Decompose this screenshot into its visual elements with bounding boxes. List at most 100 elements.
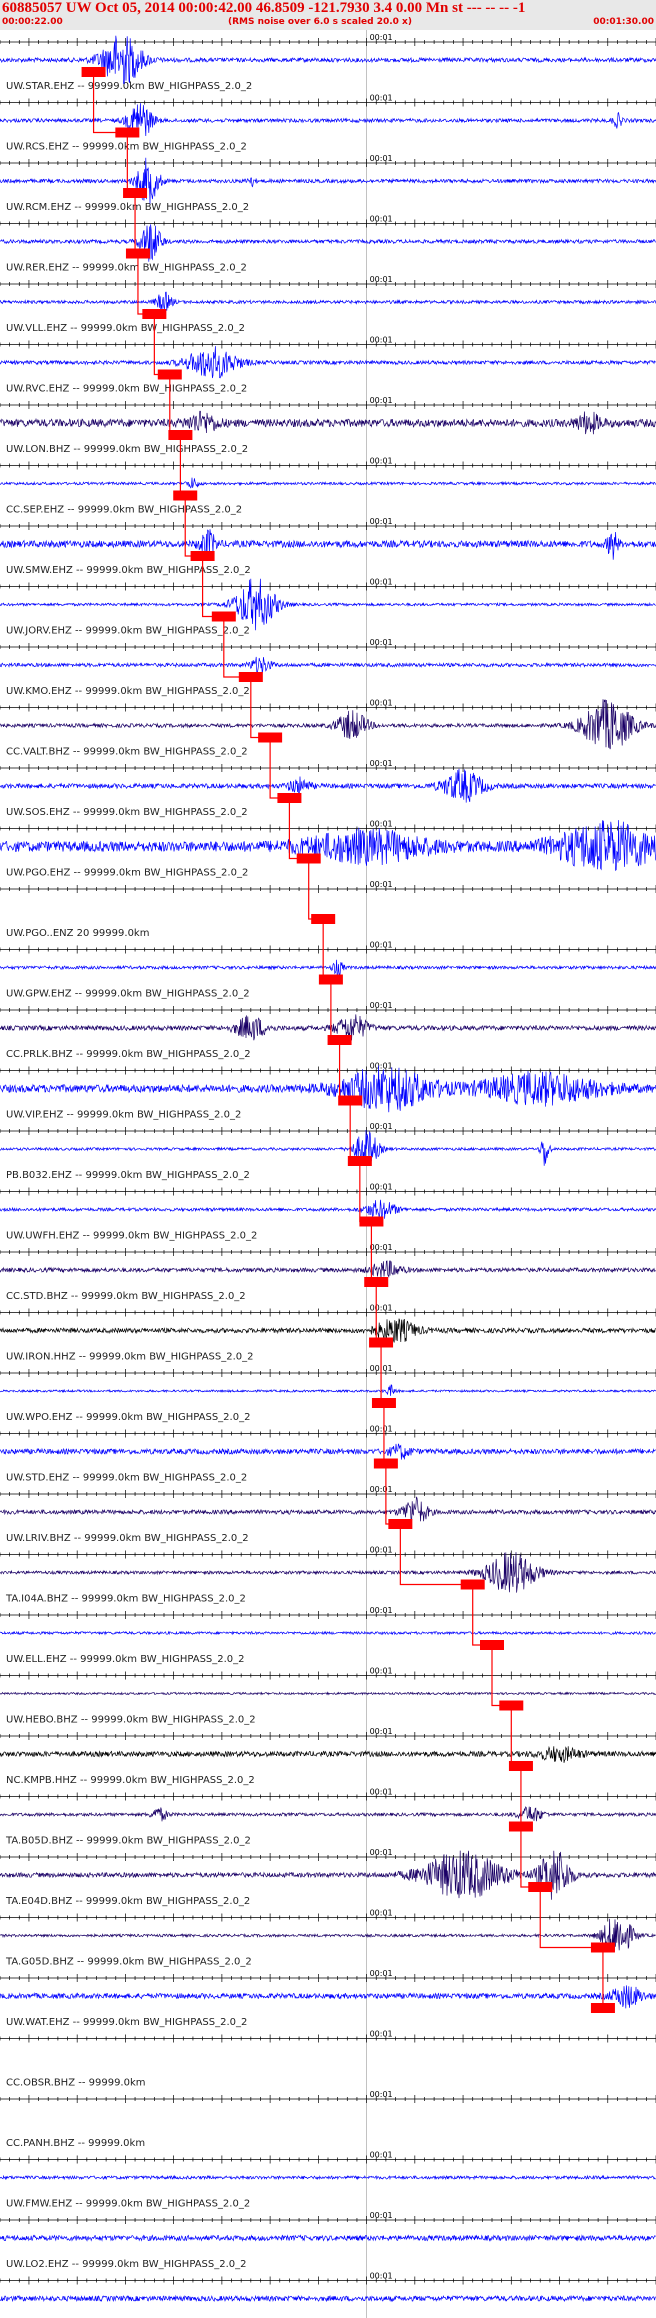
station-panel: 00:01 CC.VALT.BHZ -- 99999.0km BW_HIGHPAS…	[0, 699, 656, 758]
station-panel: 00:01 UW.ELL.EHZ -- 99999.0km BW_HIGHPASS…	[0, 1606, 656, 1665]
station-label: UW.RER.EHZ -- 99999.0km BW_HIGHPASS_2.0_…	[6, 263, 247, 274]
waveform-trace	[0, 1129, 656, 1166]
minute-tick-label: 00:01	[370, 578, 393, 587]
station-label: TA.I04A.BHZ -- 99999.0km BW_HIGHPASS_2.0…	[5, 1594, 246, 1605]
waveform-trace	[0, 346, 656, 379]
station-panel: 00:01 CC.PRLK.BHZ -- 99999.0km BW_HIGHPAS…	[0, 1001, 656, 1060]
plot-header: 60885057 UW Oct 05, 2014 00:00:42.00 46.…	[0, 0, 656, 30]
waveform-trace	[0, 1918, 656, 1952]
minute-tick-label: 00:01	[370, 699, 393, 708]
minute-tick-label: 00:01	[370, 1969, 393, 1978]
waveform-trace	[0, 656, 656, 674]
station-panel: 00:01 UW.RCM.EHZ -- 99999.0km BW_HIGHPASS…	[0, 154, 656, 213]
pick-marker	[327, 1035, 352, 1045]
waveform-trace	[0, 1745, 656, 1763]
station-panel: 00:01 UW.LON.BHZ -- 99999.0km BW_HIGHPASS…	[0, 396, 656, 455]
station-panel: 00:01 UW.RVC.EHZ -- 99999.0km BW_HIGHPASS…	[0, 336, 656, 395]
minute-tick-label: 00:01	[370, 638, 393, 647]
station-panel: 00:01 PB.B032.EHZ -- 99999.0km BW_HIGHPAS…	[0, 1122, 656, 1181]
pick-marker	[460, 1579, 485, 1590]
station-panel: 00:01 UW.GPW.EHZ -- 99999.0km BW_HIGHPASS…	[0, 941, 656, 1000]
waveform-trace	[0, 529, 656, 560]
station-panel: 00:01 CC.SEP.EHZ -- 99999.0km BW_HIGHPASS…	[0, 457, 656, 516]
station-label: UW.UWFH.EHZ -- 99999.0km BW_HIGHPASS_2.0…	[6, 1231, 257, 1242]
station-panel: 00:01UW.WPO.EHZ -- 99999.0km BW_HIGHPASS…	[0, 1364, 656, 1423]
station-label: UW.STAR.EHZ -- 99999.0km BW_HIGHPASS_2.0…	[6, 81, 252, 92]
station-label: UW.KMO.EHZ -- 99999.0km BW_HIGHPASS_2.0_…	[6, 686, 250, 697]
pick-marker	[480, 1640, 504, 1650]
station-label: UW.HEBO.BHZ -- 99999.0km BW_HIGHPASS_2.0…	[6, 1715, 256, 1726]
station-panel: 00:01 UW.VLL.EHZ -- 99999.0km BW_HIGHPASS…	[0, 275, 656, 334]
pick-marker	[142, 309, 167, 319]
pick-marker	[364, 1277, 389, 1287]
pick-marker	[508, 1761, 533, 1771]
station-panel: 00:01 UW.IRON.HHZ -- 99999.0km BW_HIGHPAS…	[0, 1304, 656, 1363]
station-label: UW.JORV.EHZ -- 99999.0km BW_HIGHPASS_2.0…	[6, 626, 250, 637]
pick-marker	[311, 914, 336, 924]
minute-tick-label: 00:01	[370, 1667, 393, 1676]
station-label: UW.IRON.HHZ -- 99999.0km BW_HIGHPASS_2.0…	[6, 1352, 254, 1363]
station-panel: 00:01 UW.JORV.EHZ -- 99999.0km BW_HIGHPAS…	[0, 578, 656, 637]
station-label: UW.STD.EHZ -- 99999.0km BW_HIGHPASS_2.0_…	[6, 1473, 247, 1484]
pick-marker	[508, 1821, 533, 1832]
minute-tick-label: 00:01	[370, 1122, 393, 1131]
station-panel: 00:01 UW.RER.EHZ -- 99999.0km BW_HIGHPASS…	[0, 215, 656, 274]
station-panel: 00:01UW.WPW.EHZ -- 99999.0km BW_HIGHPASS…	[0, 2272, 656, 2303]
waveform-trace	[0, 1985, 656, 2009]
seismogram-plot: 00:01 UW.STAR.EHZ -- 99999.0km BW_HIGHPAS…	[0, 30, 656, 2318]
station-panel: 00:01 CC.OBSR.BHZ -- 99999.0km	[0, 2030, 656, 2089]
station-panel: 00:01 UW.LO2.EHZ -- 99999.0km BW_HIGHPASS…	[0, 2211, 656, 2270]
station-label: UW.VIP.EHZ -- 99999.0km BW_HIGHPASS_2.0_…	[6, 1110, 241, 1121]
minute-tick-label: 00:01	[370, 1425, 393, 1434]
minute-tick-label: 00:01	[370, 2151, 393, 2160]
station-label: UW.PGO..ENZ 20 99999.0km	[6, 928, 149, 939]
station-panel: 00:01 UW.STAR.EHZ -- 99999.0km BW_HIGHPAS…	[0, 33, 656, 92]
station-panel: 00:01 UW.KMO.EHZ -- 99999.0km BW_HIGHPASS…	[0, 638, 656, 697]
minute-tick-label: 00:01	[370, 880, 393, 889]
minute-tick-label: 00:01	[370, 1546, 393, 1555]
minute-tick-label: 00:01	[370, 2211, 393, 2220]
station-label: UW.RVC.EHZ -- 99999.0km BW_HIGHPASS_2.0_…	[6, 384, 247, 395]
station-panel: 00:01 UW.RCS.EHZ -- 99999.0km BW_HIGHPASS…	[0, 94, 656, 153]
minute-tick-label: 00:01	[370, 2090, 393, 2099]
pick-marker	[590, 1942, 615, 1953]
minute-tick-label: 00:01	[370, 396, 393, 405]
pick-marker	[238, 672, 263, 682]
station-label: UW.ELL.EHZ -- 99999.0km BW_HIGHPASS_2.0_…	[6, 1654, 245, 1665]
waveform-trace	[0, 2174, 656, 2181]
station-label: UW.VLL.EHZ -- 99999.0km BW_HIGHPASS_2.0_…	[6, 323, 245, 334]
station-panel: 00:01 UW.STD.EHZ -- 99999.0km BW_HIGHPASS…	[0, 1425, 656, 1484]
minute-tick-label: 00:01	[370, 1243, 393, 1252]
station-panel: 00:01 TA.G05D.BHZ -- 99999.0km BW_HIGHPAS…	[0, 1909, 656, 1968]
minute-tick-label: 00:01	[370, 1606, 393, 1615]
waveform-trace	[0, 1318, 656, 1343]
station-label: UW.SMW.EHZ -- 99999.0km BW_HIGHPASS_2.0_…	[6, 565, 251, 576]
waveform-trace	[0, 477, 656, 489]
waveform-trace	[0, 224, 656, 262]
waveform-trace	[0, 768, 656, 803]
station-label: UW.LO2.EHZ -- 99999.0km BW_HIGHPASS_2.0_…	[6, 2259, 247, 2270]
station-label: UW.WAT.EHZ -- 99999.0km BW_HIGHPASS_2.0_…	[6, 2017, 247, 2028]
minute-tick-label: 00:01	[370, 1485, 393, 1494]
waveform-trace	[0, 1552, 656, 1593]
pick-marker	[173, 490, 198, 501]
station-panel: 00:01 UW.VIP.EHZ -- 99999.0km BW_HIGHPASS…	[0, 1062, 656, 1121]
pick-marker	[81, 67, 106, 77]
minute-tick-label: 00:01	[370, 94, 393, 103]
station-label: CC.PRLK.BHZ -- 99999.0km BW_HIGHPASS_2.0…	[6, 1049, 251, 1060]
pick-marker	[277, 793, 302, 803]
minute-tick-label: 00:01	[370, 457, 393, 466]
pick-marker	[211, 611, 236, 622]
station-panel: 00:01 UW.WAT.EHZ -- 99999.0km BW_HIGHPASS…	[0, 1969, 656, 2028]
waveform-trace	[0, 1443, 656, 1460]
station-panel: 00:01 UW.UWFH.EHZ -- 99999.0km BW_HIGHPAS…	[0, 1183, 656, 1242]
station-label: TA.G05D.BHZ -- 99999.0km BW_HIGHPASS_2.0…	[5, 1957, 252, 1968]
minute-tick-label: 00:01	[370, 1304, 393, 1313]
waveform-trace	[0, 103, 656, 137]
station-panel: 00:01 TA.E04D.BHZ -- 99999.0km BW_HIGHPAS…	[0, 1848, 656, 1907]
waveform-trace	[0, 1806, 656, 1822]
station-panel: 00:01 UW.PGO..ENZ 20 99999.0km	[0, 880, 656, 939]
station-label: TA.E04D.BHZ -- 99999.0km BW_HIGHPASS_2.0…	[5, 1896, 250, 1907]
station-label: UW.RCM.EHZ -- 99999.0km BW_HIGHPASS_2.0_…	[6, 202, 249, 213]
station-label: UW.LON.BHZ -- 99999.0km BW_HIGHPASS_2.0_…	[6, 444, 248, 455]
